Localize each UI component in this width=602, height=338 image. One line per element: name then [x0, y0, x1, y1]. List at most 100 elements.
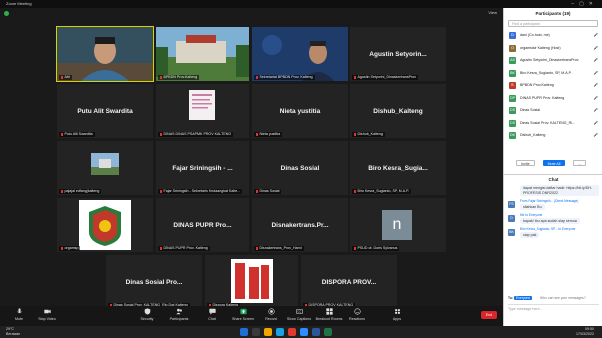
- participant-row[interactable]: BK Biro Kesra_Sugianto, SP, M.A.P. 🎤: [504, 67, 602, 80]
- participant-search-input[interactable]: Find a participant: [508, 20, 598, 27]
- chat-button[interactable]: Chat: [197, 308, 227, 321]
- more-button[interactable]: ...: [573, 160, 587, 166]
- participant-row[interactable]: DP DINAS PUPR Prov. Kalteng 🎤: [504, 92, 602, 105]
- video-tile[interactable]: Dishub_Kalteng Dishub_Kalteng: [350, 84, 446, 138]
- video-tile[interactable]: orgamsp: [57, 198, 153, 252]
- video-tile[interactable]: Dinas Sosial Dinas Sosial: [252, 141, 348, 195]
- video-tile[interactable]: DINAS DINAS PSAPMK PROV KALTENG: [156, 84, 249, 138]
- video-tile[interactable]: DISPORA PROV... DISPORA PROV KALTENG: [301, 255, 397, 309]
- participant-row[interactable]: DK Dishub_Kalteng 🎤: [504, 129, 602, 142]
- share-screen-label: Share Screen: [232, 317, 254, 321]
- participant-row[interactable]: Oorgamsisir Kalteng (Host) 🎤: [504, 42, 602, 55]
- tile-label: DINAS PUPR Prov. Kalteng: [158, 246, 210, 251]
- participants-button[interactable]: Participants: [164, 308, 194, 321]
- participant-row[interactable]: B BPBDN Prov.Kalteng 🎤: [504, 79, 602, 92]
- reactions-button[interactable]: Reactions: [342, 308, 372, 321]
- participant-name: Dishub_Kalteng: [373, 107, 423, 115]
- breakout-rooms-button[interactable]: Breakout Rooms: [314, 308, 344, 321]
- video-tile[interactable]: BPBDN Prov.Kalteng: [156, 27, 249, 81]
- zoom-window: Zoom Meeting –▢✕ View Afri BPBDN Prov.Ka…: [0, 0, 602, 338]
- mic-video-status-icon: 🎤: [593, 133, 598, 137]
- tile-label: pajajal edfang|kalteng: [59, 189, 102, 194]
- who-can-see-link[interactable]: Who can see your messages?: [540, 296, 586, 300]
- tile-label: Fajar Sriningsih - Sekretaris Kedaangkat…: [158, 189, 243, 194]
- tile-label: Dishub_Kalteng: [352, 132, 385, 137]
- window-title: Zoom Meeting: [6, 1, 32, 6]
- participant-name: DINAS PUPR Prov. Kalteng: [520, 95, 565, 100]
- window-controls[interactable]: –▢✕: [571, 0, 598, 8]
- video-tile[interactable]: n PSUD dr. Doris Sylvanus: [350, 198, 446, 252]
- apps-icon: [394, 308, 400, 315]
- encryption-shield-icon[interactable]: [4, 11, 9, 16]
- mic-video-status-icon: 🎤: [593, 70, 598, 75]
- mute-label: Mute: [15, 317, 23, 321]
- end-meeting-button[interactable]: End: [481, 311, 497, 319]
- participant-name: dani (Co-host, me): [520, 33, 550, 37]
- video-tile[interactable]: Nieta yustitia Nieta yustitia: [252, 84, 348, 138]
- chrome-icon[interactable]: [288, 328, 296, 336]
- tile-label: Dinas Sosial: [254, 189, 282, 194]
- video-tile[interactable]: Putu Alit Swardita Putu Alit Swardita: [57, 84, 153, 138]
- stop-video-label: Stop Video: [38, 317, 56, 321]
- chat-recipient-selector[interactable]: To: Everyone: [508, 296, 533, 300]
- participant-row[interactable]: Ddani (Co-host, me) 🎤: [504, 29, 602, 42]
- security-label: Security: [140, 317, 154, 321]
- show-captions-button[interactable]: CC Show Captions: [284, 308, 314, 321]
- zoom-icon[interactable]: [300, 328, 308, 336]
- participant-name: Biro Kesra_Sugia...: [368, 164, 428, 172]
- chat-panel: Chat dapat mengisi daftar hadir: https:/…: [504, 174, 602, 326]
- weather-desc: Berawan: [6, 332, 21, 336]
- participant-row[interactable]: DS Dinas Sosial Prov. KALTENG_Ri... 🎤: [504, 117, 602, 130]
- participant-name: DISPORA PROV...: [321, 278, 377, 286]
- tile-label: Putu Alit Swardita: [59, 132, 95, 137]
- video-tile[interactable]: Biro Kesra_Sugia... Biro Kesra_Sugianto,…: [350, 141, 446, 195]
- view-button[interactable]: View: [488, 10, 497, 15]
- invite-button[interactable]: Invite: [516, 160, 535, 166]
- video-tile[interactable]: pajajal edfang|kalteng: [57, 141, 153, 195]
- tile-label: Sekretariat BPBDN Prov. Kalteng: [254, 75, 315, 80]
- weather-widget[interactable]: 29°C Berawan: [6, 327, 20, 337]
- security-button[interactable]: Security: [132, 308, 162, 321]
- stop-video-button[interactable]: Stop Video: [32, 308, 62, 321]
- recipient-value[interactable]: Everyone: [513, 296, 533, 300]
- mute-all-button[interactable]: Mute All: [542, 160, 566, 166]
- windows-taskbar: 29°C Berawan 09:50 17/03/2022: [0, 326, 602, 338]
- word-icon[interactable]: [312, 328, 320, 336]
- avatar: B: [509, 82, 516, 89]
- search-icon[interactable]: [252, 328, 260, 336]
- chat-bubble: silahkan Bu: [520, 203, 545, 210]
- apps-button[interactable]: Apps: [382, 308, 412, 321]
- smile-icon: [353, 308, 361, 315]
- chat-sender: Biro Kesra_Sugianto, SP... to Everyone: [520, 227, 576, 231]
- participant-name: Biro Kesra_Sugianto, SP, M.A.P.: [520, 70, 572, 75]
- cc-icon: CC: [295, 309, 303, 314]
- avatar: BK: [509, 69, 516, 77]
- video-tile[interactable]: Disnakertrans.Pr... Disnakertrans_Prov_H…: [252, 198, 348, 252]
- share-screen-button[interactable]: Share Screen: [228, 308, 258, 321]
- video-tile[interactable]: Dispora Kalteng: [205, 255, 298, 309]
- chat-bubble: bapak/ ibu apa sudah siap semua: [520, 217, 580, 224]
- video-tile[interactable]: Sekretariat BPBDN Prov. Kalteng: [252, 27, 348, 81]
- tile-label: PSUD dr. Doris Sylvanus: [352, 246, 400, 251]
- chat-header: Chat: [548, 177, 559, 182]
- breakout-rooms-label: Breakout Rooms: [315, 317, 343, 321]
- edge-browser-icon[interactable]: [276, 328, 284, 336]
- participant-row[interactable]: DS Dinas Sosial 🎤: [504, 104, 602, 117]
- mic-video-status-icon: 🎤: [593, 83, 598, 87]
- video-tile[interactable]: DINAS PUPR Pro... DINAS PUPR Prov. Kalte…: [156, 198, 249, 252]
- system-clock[interactable]: 09:50 17/03/2022: [576, 327, 594, 337]
- participant-row[interactable]: AS Agustin Setyorini_DinaskertransProv 🎤: [504, 54, 602, 67]
- share-icon: [239, 308, 247, 315]
- excel-icon[interactable]: [324, 328, 332, 336]
- windows-start-icon[interactable]: [240, 328, 248, 336]
- video-tile[interactable]: Fajar Sriningsih - ... Fajar Sriningsih …: [156, 141, 249, 195]
- chat-input[interactable]: Type message here...: [508, 304, 599, 318]
- file-explorer-icon[interactable]: [264, 328, 272, 336]
- video-tile[interactable]: Dinas Sosial Pro... Dinas Sosial Prov. K…: [106, 255, 202, 309]
- video-tile[interactable]: Agustin Setyorin... Agustin Setyorini_Di…: [350, 27, 446, 81]
- mute-button[interactable]: Mute: [4, 308, 34, 321]
- video-tile[interactable]: Afri: [56, 26, 154, 82]
- record-button[interactable]: Record: [256, 308, 286, 321]
- chat-label: Chat: [208, 317, 216, 321]
- chat-message: D Me to Everyone bapak/ ibu apa sudah si…: [508, 213, 599, 224]
